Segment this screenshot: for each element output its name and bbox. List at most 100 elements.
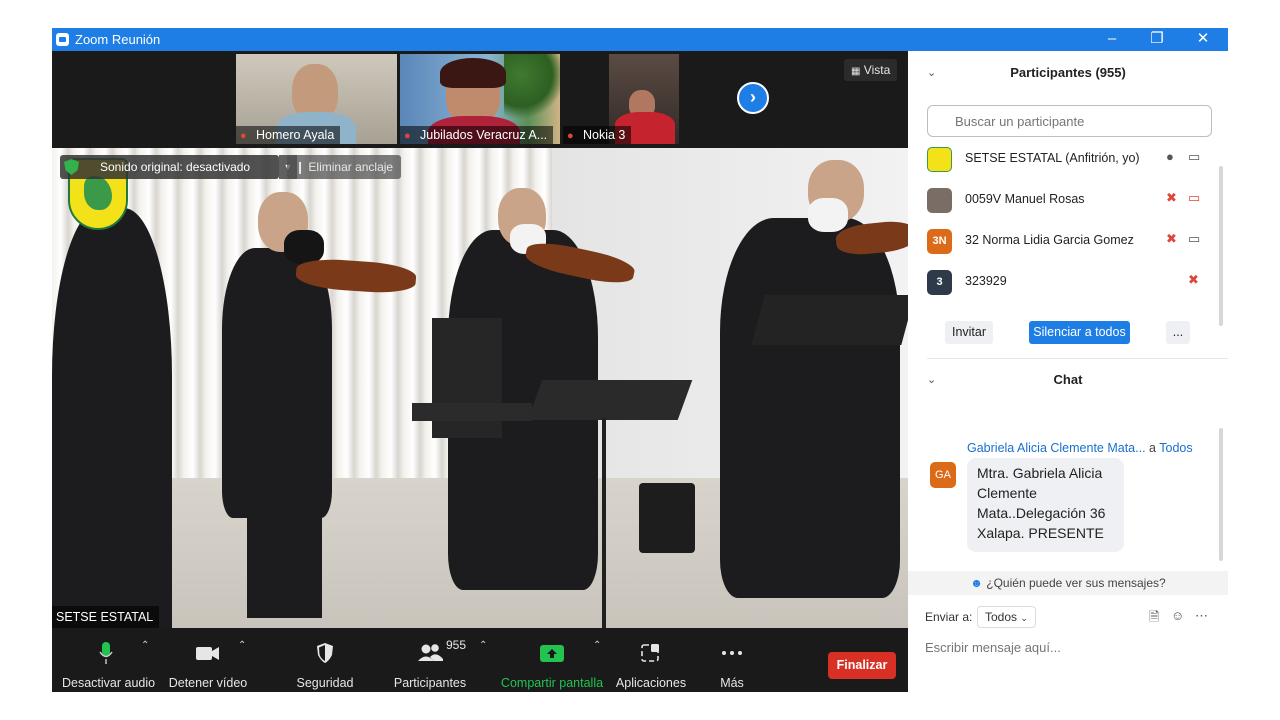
view-button[interactable]: ▦ Vista [844,59,898,81]
person-icon: ☻ [970,576,983,590]
avatar [927,147,952,172]
restore-icon[interactable]: ❐ [1143,29,1171,49]
more-dots-icon [722,651,742,655]
chevron-right-icon: › [750,87,756,107]
avatar: 3N [927,229,952,254]
chat-header: ⌄ Chat [908,360,1228,400]
close-icon[interactable]: ✕ [1189,29,1217,49]
file-icon[interactable]: 🗎 [1149,608,1159,630]
share-screen-button[interactable]: Compartir pantalla [500,640,604,690]
zoom-app-icon [56,33,69,46]
video-thumbnail[interactable]: ● Homero Ayala [236,54,397,144]
share-screen-icon [540,645,564,662]
chevron-down-icon[interactable]: ⌄ [927,360,936,400]
who-can-see-messages[interactable]: ☻ ¿Quién puede ver sus mensajes? [908,571,1228,595]
shield-icon [64,159,79,175]
chevron-up-icon[interactable]: ⌃ [479,640,487,651]
mic-muted-icon: ● [567,130,574,142]
thumbnail-name: ● Nokia 3 [563,126,632,144]
participants-title: Participantes (955) [1010,65,1126,80]
chevron-down-icon[interactable]: ⌄ [927,53,936,93]
avatar: 3 [927,270,952,295]
face-mask [284,230,324,264]
video-camera-icon[interactable]: ▭ [1188,149,1200,165]
unpin-button[interactable]: ❙ Eliminar anclaje [287,155,402,179]
main-video: Sonido original: desactivado ▼ ❙ Elimina… [52,148,908,628]
shield-icon [317,643,333,663]
zoom-window: Zoom Reunión – ❐ ✕ ● Homero Ayala ● Jubila… [52,28,1228,692]
apps-icon [641,644,659,662]
face-mask [808,198,848,232]
speaker-name: SETSE ESTATAL [52,606,160,628]
participant-row[interactable]: 3 323929 ✖ [908,262,1228,302]
chat-scrollbar[interactable] [1219,428,1223,561]
pin-icon: ❙ [295,160,306,174]
mic-muted-icon[interactable]: ✖ [1166,190,1177,206]
participant-row[interactable]: SETSE ESTATAL (Anfitrión, yo) ● ▭ [908,139,1228,179]
grid-icon: ▦ [851,66,861,77]
side-panel: ⌄ Participantes (955) SETSE ESTATAL (Anf… [908,51,1228,692]
speaker [639,483,695,553]
minimize-icon[interactable]: – [1098,29,1126,49]
music-stand [527,380,693,420]
security-button[interactable]: Seguridad [292,640,358,690]
mute-button[interactable]: Desactivar audio [62,640,155,690]
video-off-icon[interactable]: ▭ [1188,190,1200,206]
thumbnail-name: ● Homero Ayala [236,126,341,144]
mic-muted-icon[interactable]: ✖ [1166,231,1177,247]
thumbnail-strip: ● Homero Ayala ● Jubilados Veracruz A... ●… [52,51,908,147]
participants-icon [418,644,443,661]
meeting-toolbar: Desactivar audio ⌃ Detener vídeo ⌃ Segur… [52,628,908,692]
performer [222,248,332,518]
mic-muted-icon[interactable]: ✖ [1188,272,1199,288]
panel-divider [927,358,1228,359]
window-title: Zoom Reunión [75,32,161,47]
mute-all-button[interactable]: Silenciar a todos [1029,321,1130,344]
participants-scrollbar[interactable] [1219,166,1223,326]
original-sound-badge[interactable]: Sonido original: desactivado ▼ [60,155,297,179]
chat-message-header: Gabriela Alicia Clemente Mata... a Todos [967,441,1193,455]
apps-button[interactable]: Aplicaciones [614,640,688,690]
participant-row[interactable]: 3N 32 Norma Lidia Garcia Gomez ✖ ▭ [908,221,1228,261]
performer-legs [247,508,322,618]
chat-sender[interactable]: Gabriela Alicia Clemente Mata... [967,441,1146,455]
music-stand-pole [602,418,606,628]
video-thumbnail[interactable]: ● Nokia 3 [563,54,723,144]
chat-recipient[interactable]: Todos [1159,441,1192,455]
chevron-down-icon: ⌄ [1020,613,1028,623]
participants-more-button[interactable]: ... [1166,321,1190,344]
participants-header: ⌄ Participantes (955) [908,53,1228,93]
chat-message-bubble: Mtra. Gabriela Alicia Clemente Mata..Del… [967,458,1124,552]
chevron-up-icon[interactable]: ⌃ [238,640,246,651]
performer [720,218,900,598]
chevron-up-icon[interactable]: ⌃ [593,640,601,651]
keyboard [412,403,532,421]
participants-button[interactable]: 955 Participantes [392,638,468,690]
video-camera-icon[interactable]: ▭ [1188,231,1200,247]
stop-video-button[interactable]: Detener vídeo [168,640,248,690]
mic-muted-icon: ● [404,130,411,142]
mic-muted-icon: ● [240,130,247,142]
participant-row[interactable]: 0059V Manuel Rosas ✖ ▭ [908,180,1228,220]
video-thumbnail[interactable]: ● Jubilados Veracruz A... [400,54,560,144]
video-camera-icon [196,647,219,660]
chat-title: Chat [1053,372,1083,387]
participant-search-input[interactable] [927,105,1212,137]
microphone-icon [99,642,113,664]
send-to-dropdown[interactable]: Todos ⌄ [977,606,1036,628]
avatar [927,188,952,213]
invite-button[interactable]: Invitar [945,321,993,344]
microphone-icon[interactable]: ● [1166,149,1174,164]
chat-message-input[interactable] [925,637,1215,657]
thumbnail-name: ● Jubilados Veracruz A... [400,126,554,144]
avatar: GA [930,462,956,488]
more-button[interactable]: Más [710,640,754,690]
send-to-label: Enviar a: [925,610,973,624]
chevron-up-icon[interactable]: ⌃ [141,640,149,651]
performer [52,208,172,628]
end-meeting-button[interactable]: Finalizar [828,652,896,679]
chat-more-icon[interactable]: ⋯ [1195,608,1208,624]
music-stand [751,295,908,345]
next-page-button[interactable]: › [737,82,769,114]
emoji-icon[interactable]: ☺ [1171,608,1184,623]
